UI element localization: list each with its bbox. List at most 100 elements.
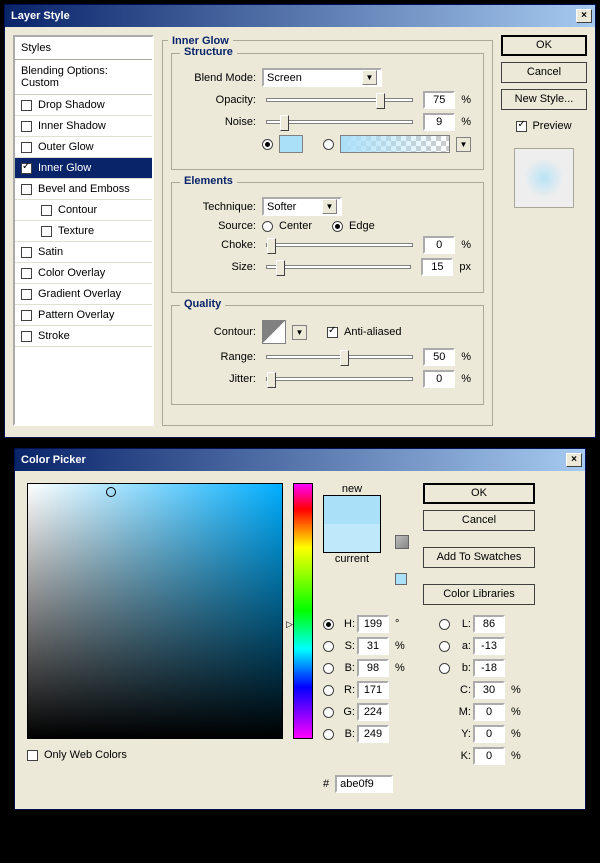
l-radio[interactable] [439,619,450,630]
a-radio[interactable] [439,641,450,652]
style-checkbox[interactable] [21,184,32,195]
opacity-slider[interactable] [266,98,413,102]
jitter-input[interactable]: 0 [423,370,455,388]
g-input[interactable]: 224 [357,703,389,721]
ok-button[interactable]: OK [501,35,587,56]
b-hsb-input[interactable]: 98 [357,659,389,677]
choke-slider[interactable] [266,243,413,247]
s-input[interactable]: 31 [357,637,389,655]
glow-gradient-picker[interactable] [340,135,450,153]
cancel-button[interactable]: Cancel [501,62,587,83]
style-row-outer-glow[interactable]: Outer Glow [15,137,152,158]
chevron-down-icon: ▼ [322,199,337,214]
source-center-radio[interactable] [262,221,273,232]
jitter-slider[interactable] [266,377,413,381]
b-lab-input[interactable]: -18 [473,659,505,677]
style-row-pattern-overlay[interactable]: Pattern Overlay [15,305,152,326]
hue-slider[interactable] [293,483,313,739]
style-checkbox[interactable] [21,331,32,342]
b-hsb-radio[interactable] [323,663,334,674]
style-checkbox[interactable] [21,310,32,321]
close-icon[interactable]: × [576,9,592,23]
chevron-down-icon: ▼ [362,70,377,85]
style-row-color-overlay[interactable]: Color Overlay [15,263,152,284]
add-to-swatches-button[interactable]: Add To Swatches [423,547,535,568]
cancel-button[interactable]: Cancel [423,510,535,531]
technique-select[interactable]: Softer▼ [262,197,342,216]
range-input[interactable]: 50 [423,348,455,366]
r-input[interactable]: 171 [357,681,389,699]
b-lab-radio[interactable] [439,663,450,674]
b-rgb-radio[interactable] [323,729,334,740]
size-input[interactable]: 15 [421,258,453,276]
style-checkbox[interactable] [21,100,32,111]
s-radio[interactable] [323,641,334,652]
style-row-drop-shadow[interactable]: Drop Shadow [15,95,152,116]
structure-legend: Structure [180,46,237,58]
color-libraries-button[interactable]: Color Libraries [423,584,535,605]
layer-style-title: Layer Style [11,10,70,22]
gradient-radio[interactable] [323,139,334,150]
style-checkbox[interactable] [21,121,32,132]
style-row-satin[interactable]: Satin [15,242,152,263]
new-style-button[interactable]: New Style... [501,89,587,110]
style-checkbox[interactable] [21,142,32,153]
gamut-warning-icon[interactable] [395,535,409,549]
noise-slider[interactable] [266,120,413,124]
m-input[interactable]: 0 [473,703,505,721]
style-label: Texture [58,225,94,237]
color-radio[interactable] [262,139,273,150]
style-row-bevel-and-emboss[interactable]: Bevel and Emboss [15,179,152,200]
opacity-input[interactable]: 75 [423,91,455,109]
saturation-brightness-field[interactable] [27,483,283,739]
blend-mode-select[interactable]: Screen▼ [262,68,382,87]
range-slider[interactable] [266,355,413,359]
y-input[interactable]: 0 [473,725,505,743]
g-radio[interactable] [323,707,334,718]
style-label: Satin [38,246,63,258]
hex-input[interactable]: abe0f9 [335,775,393,793]
h-input[interactable]: 199 [357,615,389,633]
source-edge-radio[interactable] [332,221,343,232]
style-row-texture[interactable]: Texture [15,221,152,242]
preview-checkbox[interactable] [516,121,527,132]
style-checkbox[interactable] [41,226,52,237]
h-radio[interactable] [323,619,334,630]
ok-button[interactable]: OK [423,483,535,504]
chevron-down-icon[interactable]: ▼ [456,137,471,152]
styles-header[interactable]: Styles [15,37,152,60]
l-input[interactable]: 86 [473,615,505,633]
layer-style-titlebar[interactable]: Layer Style × [5,5,595,27]
close-icon[interactable]: × [566,453,582,467]
blend-mode-label: Blend Mode: [184,72,256,84]
websafe-swatch-icon[interactable] [395,573,407,585]
style-label: Outer Glow [38,141,94,153]
style-row-gradient-overlay[interactable]: Gradient Overlay [15,284,152,305]
style-row-stroke[interactable]: Stroke [15,326,152,347]
a-input[interactable]: -13 [473,637,505,655]
only-web-colors-checkbox[interactable] [27,750,38,761]
opacity-label: Opacity: [184,94,256,106]
style-checkbox[interactable] [41,205,52,216]
chevron-down-icon[interactable]: ▼ [292,325,307,340]
r-radio[interactable] [323,685,334,696]
style-row-inner-shadow[interactable]: Inner Shadow [15,116,152,137]
style-row-inner-glow[interactable]: Inner Glow [15,158,152,179]
anti-aliased-checkbox[interactable] [327,327,338,338]
b-rgb-input[interactable]: 249 [357,725,389,743]
style-checkbox[interactable] [21,247,32,258]
noise-input[interactable]: 9 [423,113,455,131]
style-row-contour[interactable]: Contour [15,200,152,221]
blending-options-row[interactable]: Blending Options: Custom [15,60,152,95]
k-input[interactable]: 0 [473,747,505,765]
style-checkbox[interactable] [21,289,32,300]
size-slider[interactable] [266,265,411,269]
new-current-swatch[interactable] [323,495,381,553]
glow-color-swatch[interactable] [279,135,303,153]
c-input[interactable]: 30 [473,681,505,699]
contour-picker[interactable] [262,320,286,344]
color-picker-titlebar[interactable]: Color Picker × [15,449,585,471]
style-checkbox[interactable] [21,268,32,279]
style-checkbox[interactable] [21,163,32,174]
choke-input[interactable]: 0 [423,236,455,254]
